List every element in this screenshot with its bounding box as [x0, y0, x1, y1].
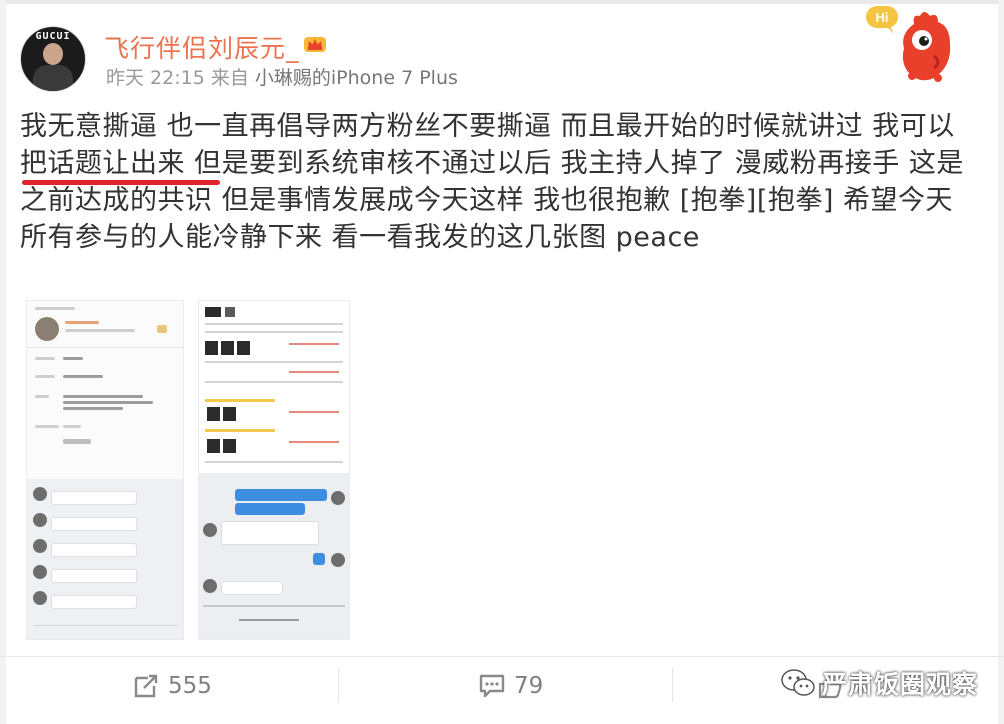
comment-icon: [479, 674, 505, 698]
post-source[interactable]: 小琳赐的iPhone 7 Plus: [255, 67, 458, 89]
repost-count: 555: [168, 673, 212, 699]
user-avatar[interactable]: GUCUI: [20, 26, 86, 92]
wechat-icon: [781, 669, 815, 696]
crown-vip-icon[interactable]: [303, 34, 327, 54]
repost-button[interactable]: 555: [132, 670, 212, 702]
mascot-bubble-text: Hi: [876, 10, 889, 25]
red-underline-annotation: [22, 180, 220, 185]
watermark: 严肃饭圈观察: [780, 666, 978, 700]
comment-button[interactable]: 79: [478, 670, 543, 702]
post-image-thumbnail-2[interactable]: [198, 300, 350, 640]
avatar-cap-text: GUCUI: [35, 31, 71, 42]
from-label: 来自: [210, 67, 249, 89]
repost-icon: [134, 674, 158, 698]
comment-count: 79: [514, 673, 544, 699]
red-mascot-icon: Hi: [866, 6, 951, 82]
window-right-border: [998, 0, 1004, 724]
username-link[interactable]: 飞行伴侣刘辰元_: [104, 29, 300, 65]
window-top-border: [0, 0, 1004, 4]
post-time[interactable]: 昨天 22:15: [106, 67, 205, 89]
post-meta: 昨天 22:15 来自 小琳赐的iPhone 7 Plus: [106, 63, 458, 90]
window-left-border: [0, 0, 6, 724]
post-image-thumbnail-1[interactable]: [26, 300, 184, 640]
watermark-text: 严肃饭圈观察: [822, 670, 979, 699]
action-bar-divider: [0, 656, 1004, 657]
